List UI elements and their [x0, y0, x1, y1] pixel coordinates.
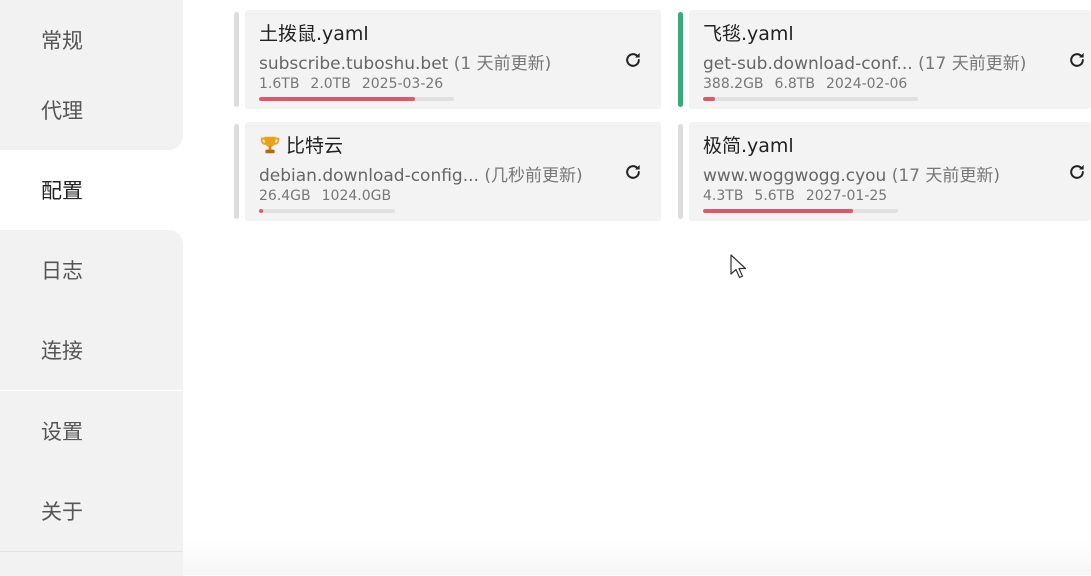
sidebar-item-label: 关于 — [41, 500, 83, 524]
expire-date: 2025-03-26 — [361, 76, 444, 92]
sidebar-item-about[interactable]: 关于 — [0, 471, 183, 551]
profile-accent-bar — [678, 124, 683, 219]
profile-updated: (17 天前更新) — [918, 54, 1027, 74]
usage-bar-fill — [259, 209, 263, 213]
usage-bar — [703, 209, 898, 213]
expire-date: 2024-02-06 — [825, 76, 908, 92]
usage-bar-fill — [703, 209, 854, 213]
profile-accent-bar — [234, 124, 239, 219]
profile-card-selected[interactable]: 飞毯.yaml get-sub.download-conf... (17 天前更… — [689, 10, 1091, 109]
trophy-icon — [260, 136, 280, 153]
profile-accent-bar — [234, 12, 239, 107]
sidebar-item-settings[interactable]: 设置 — [0, 391, 183, 471]
profile-name: 土拨鼠.yaml — [259, 23, 369, 45]
profile-accent-bar-selected — [678, 12, 683, 107]
refresh-icon — [1070, 164, 1084, 179]
profile-url: get-sub.download-conf... (17 天前更新) — [703, 54, 1027, 74]
profile-updated: (17 天前更新) — [891, 166, 1001, 186]
mouse-cursor-icon — [730, 254, 747, 279]
usage-used: 1.6TB — [259, 76, 300, 92]
usage-total: 2.0TB — [310, 76, 351, 92]
sidebar-item-label: 连接 — [41, 339, 83, 363]
profile-usage: 388.2GB 6.8TB 2024-02-06 — [703, 76, 918, 92]
usage-bar — [259, 209, 395, 213]
profile-usage: 1.6TB 2.0TB 2025-03-26 — [259, 76, 454, 92]
usage-bar-fill — [703, 97, 716, 101]
panel-footer — [183, 540, 1091, 575]
sidebar-item-label: 日志 — [41, 259, 83, 283]
sidebar-item-label: 配置 — [41, 179, 83, 203]
usage-used: 388.2GB — [703, 76, 764, 92]
usage-bar — [259, 97, 454, 101]
usage-total: 1024.0GB — [321, 188, 392, 204]
refresh-button[interactable] — [621, 160, 645, 184]
sidebar: 常规 代理 配置 日志 连接 设置 关于 — [0, 0, 183, 576]
sidebar-item-label: 代理 — [41, 99, 83, 123]
sidebar-item-proxies[interactable]: 代理 — [0, 70, 183, 150]
expire-date: 2027-01-25 — [805, 188, 888, 204]
profile-name: 飞毯.yaml — [703, 23, 794, 45]
sidebar-item-general[interactable]: 常规 — [0, 0, 183, 80]
refresh-button[interactable] — [1065, 160, 1089, 184]
refresh-icon — [1070, 52, 1084, 67]
refresh-button[interactable] — [621, 48, 645, 72]
usage-bar — [703, 97, 918, 101]
usage-bar-fill — [259, 97, 415, 101]
profile-name: 极简.yaml — [703, 135, 794, 157]
profile-url: debian.download-config... (几秒前更新) — [259, 166, 583, 186]
sidebar-footer — [0, 551, 183, 576]
profile-card[interactable]: 极简.yaml www.woggwogg.cyou (17 天前更新) 4.3T… — [689, 122, 1091, 221]
usage-used: 4.3TB — [703, 188, 744, 204]
profile-usage: 4.3TB 5.6TB 2027-01-25 — [703, 188, 898, 204]
usage-used: 26.4GB — [259, 188, 311, 204]
profile-card[interactable]: 比特云 debian.download-config... (几秒前更新) 26… — [245, 122, 661, 221]
profile-updated: (几秒前更新) — [484, 166, 583, 186]
usage-total: 6.8TB — [774, 76, 815, 92]
profile-usage: 26.4GB 1024.0GB — [259, 188, 402, 204]
profile-updated: (1 天前更新) — [453, 54, 552, 74]
sidebar-item-label: 设置 — [41, 420, 83, 444]
sidebar-item-logs[interactable]: 日志 — [0, 230, 183, 310]
sidebar-item-connections[interactable]: 连接 — [0, 310, 183, 390]
refresh-icon — [626, 52, 640, 67]
refresh-button[interactable] — [1065, 48, 1089, 72]
profile-url: subscribe.tuboshu.bet (1 天前更新) — [259, 54, 552, 74]
profile-name: 比特云 — [259, 131, 343, 158]
sidebar-item-profiles[interactable]: 配置 — [0, 150, 183, 230]
usage-total: 5.6TB — [754, 188, 795, 204]
refresh-icon — [626, 164, 640, 179]
profile-url: www.woggwogg.cyou (17 天前更新) — [703, 166, 1001, 186]
sidebar-item-label: 常规 — [41, 29, 83, 53]
profile-card[interactable]: 土拨鼠.yaml subscribe.tuboshu.bet (1 天前更新) … — [245, 10, 661, 109]
